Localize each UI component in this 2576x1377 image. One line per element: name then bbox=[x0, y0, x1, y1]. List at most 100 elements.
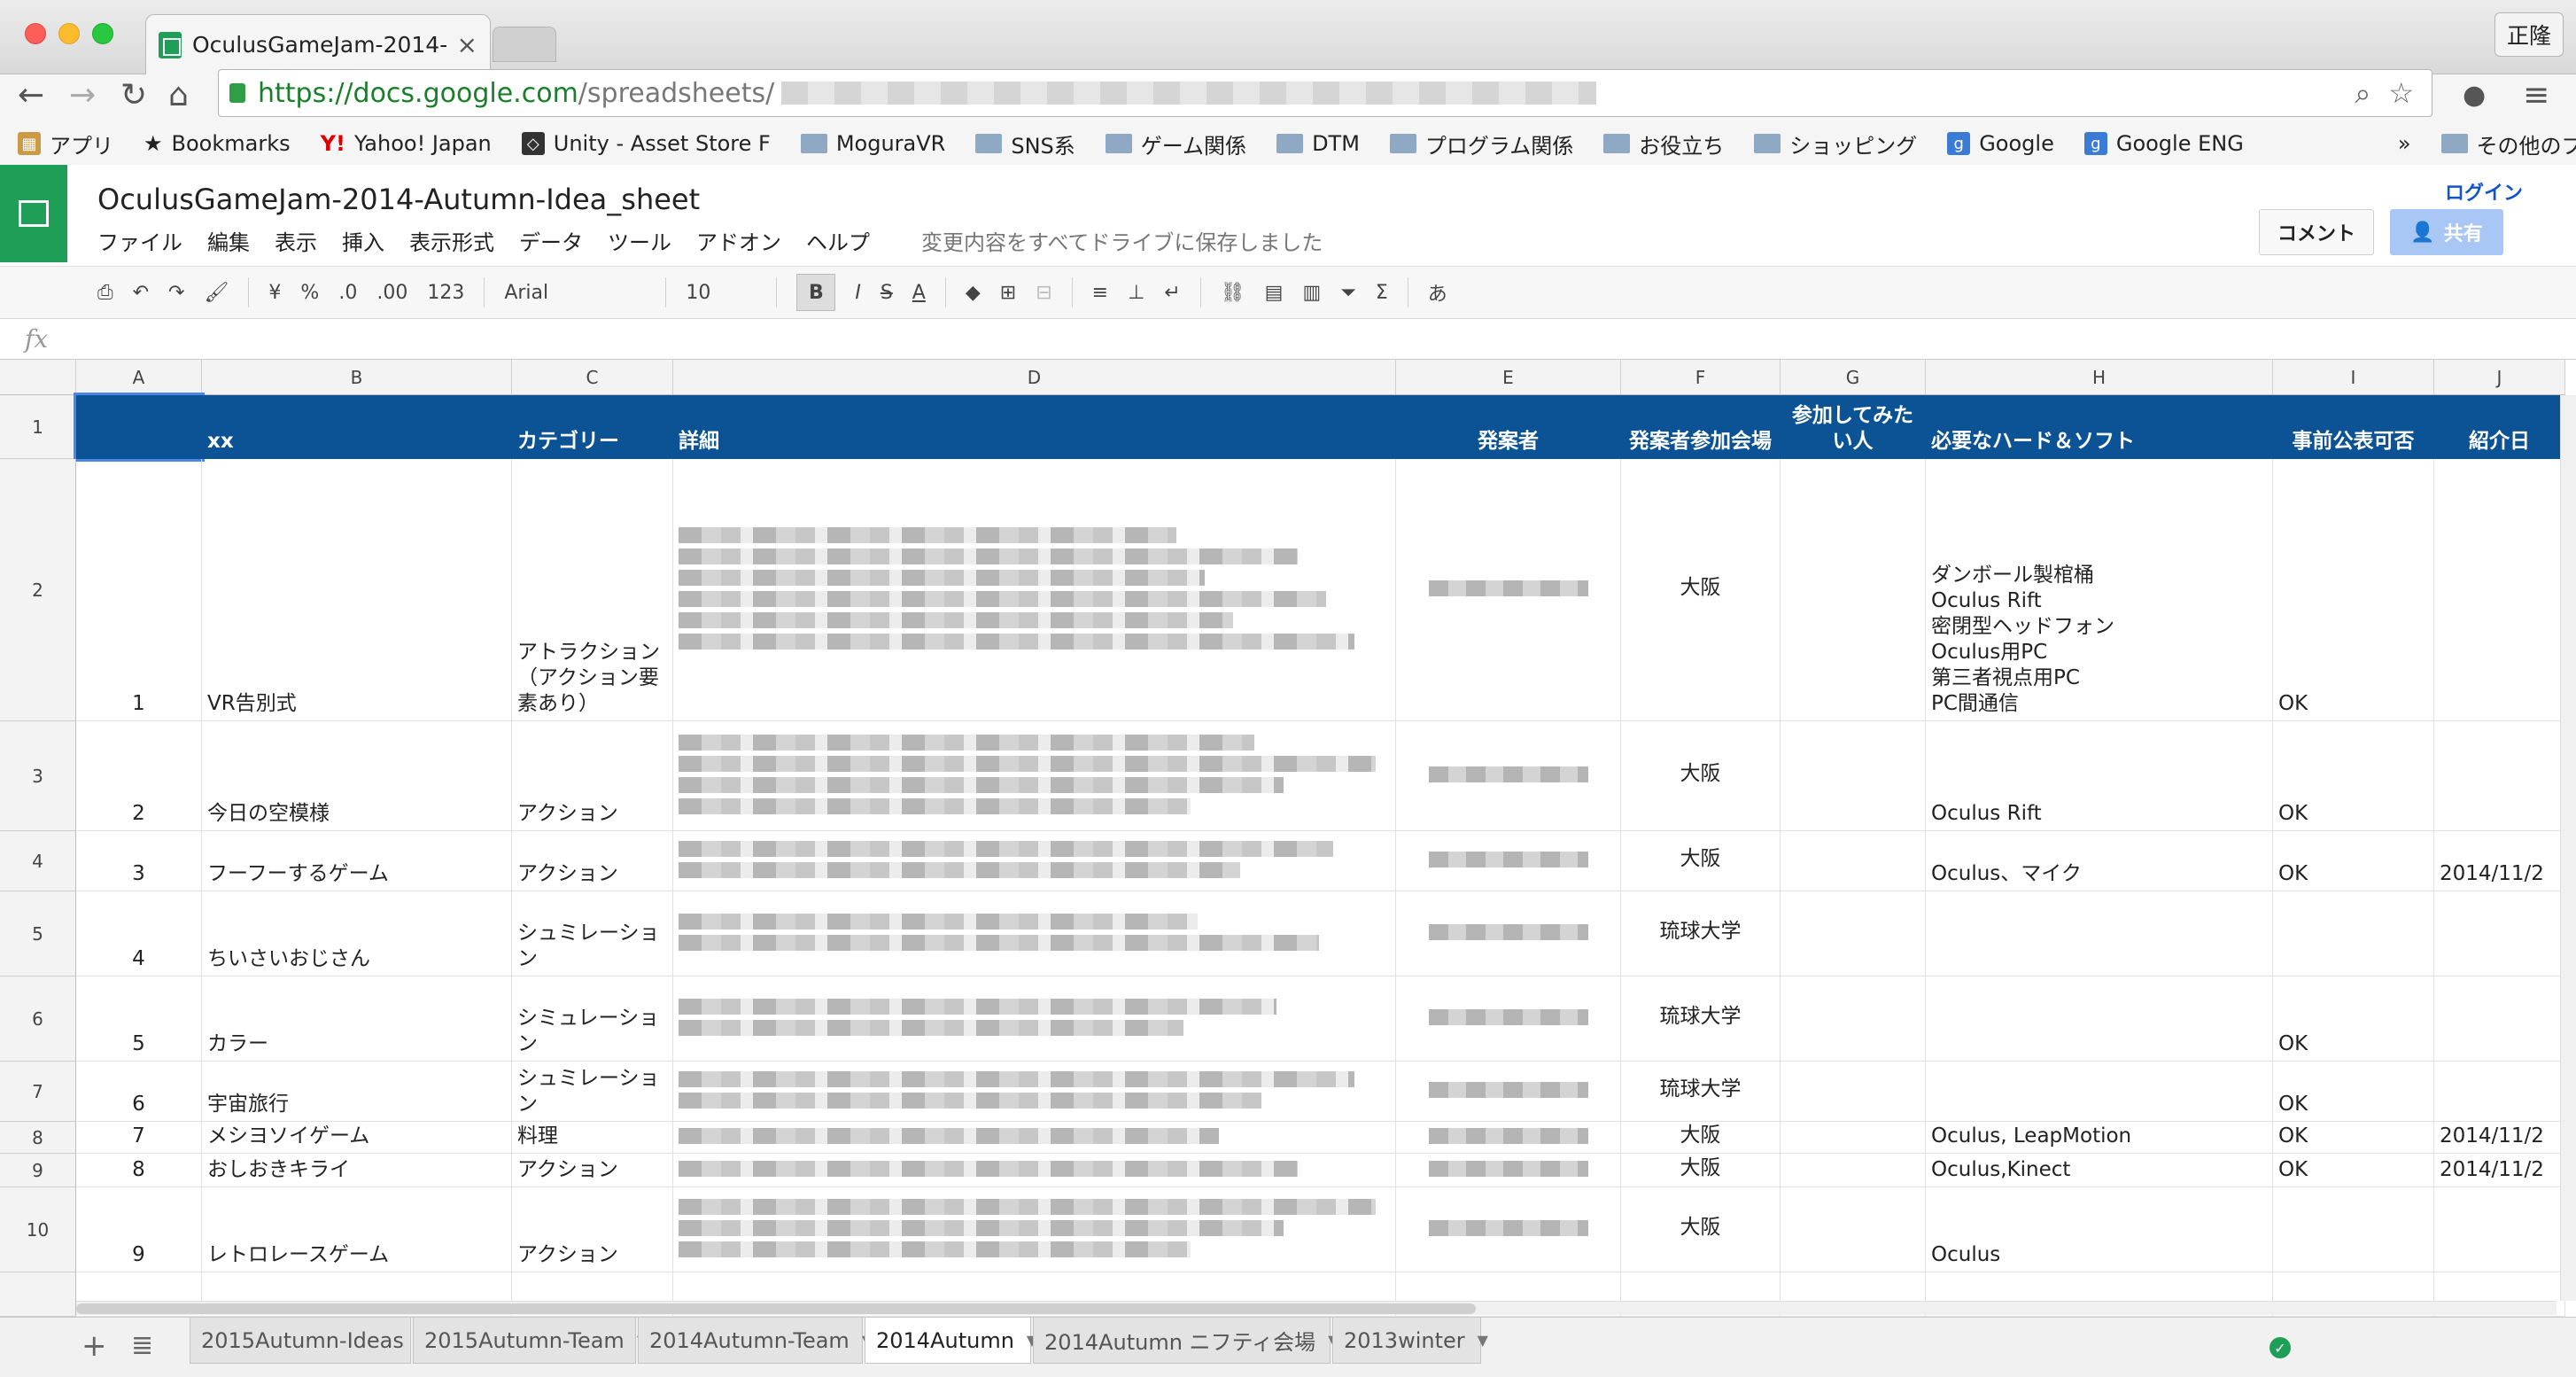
input-tools-button[interactable]: あ bbox=[1428, 278, 1447, 307]
menu-format[interactable]: 表示形式 bbox=[409, 225, 494, 256]
insert-link-icon[interactable]: ⛓ bbox=[1221, 282, 1245, 304]
table-cell[interactable] bbox=[1781, 459, 1926, 721]
column-header-F[interactable]: F bbox=[1621, 360, 1781, 395]
table-cell[interactable]: 大阪 bbox=[1621, 459, 1781, 721]
strikethrough-button[interactable]: S bbox=[881, 282, 893, 304]
scrollbar-thumb[interactable] bbox=[76, 1303, 1476, 1314]
column-header-B[interactable]: B bbox=[202, 360, 512, 395]
table-cell[interactable] bbox=[2434, 976, 2565, 1062]
reload-icon[interactable]: ↻ bbox=[120, 74, 147, 117]
currency-format-button[interactable]: ¥ bbox=[268, 282, 281, 304]
address-bar[interactable]: https://docs.google.com /spreadsheets/ ⌕… bbox=[218, 69, 2432, 117]
formula-bar[interactable]: fx bbox=[0, 319, 2576, 360]
table-cell[interactable] bbox=[1926, 976, 2273, 1062]
align-vertical-icon[interactable]: ⊥ bbox=[1128, 282, 1144, 304]
table-cell[interactable]: シュミレーション bbox=[512, 1062, 673, 1122]
spreadsheet-grid[interactable]: A B C D E F G H I J 1 xx カテゴリー 詳細 発案者 発案者参加会場 参加してみたい人 必要… bbox=[0, 360, 2565, 1317]
sheet-tab-4[interactable]: 2014Autumn ニフティ会場▼ bbox=[1033, 1318, 1338, 1364]
redacted-cell[interactable] bbox=[1396, 891, 1621, 976]
sheet-tab-2[interactable]: 2014Autumn-Team▼ bbox=[638, 1318, 873, 1364]
table-cell[interactable]: 琉球大学 bbox=[1621, 1062, 1781, 1122]
table-cell[interactable]: ちいさいおじさん bbox=[202, 891, 512, 976]
table-cell[interactable]: 2014/11/2 bbox=[2434, 1154, 2565, 1187]
header-cell-B[interactable]: xx bbox=[202, 395, 512, 459]
header-cell-E[interactable]: 発案者 bbox=[1396, 395, 1621, 459]
column-header-E[interactable]: E bbox=[1396, 360, 1621, 395]
bookmark-folder-game[interactable]: ゲーム関係 bbox=[1105, 128, 1246, 159]
header-cell-F[interactable]: 発案者参加会場 bbox=[1621, 395, 1781, 459]
row-header-1[interactable]: 1 bbox=[0, 395, 76, 459]
back-arrow-icon[interactable]: ← bbox=[18, 74, 44, 117]
table-cell[interactable]: フーフーするゲーム bbox=[202, 831, 512, 891]
bookmark-folder-sns[interactable]: SNS系 bbox=[975, 128, 1075, 159]
menu-file[interactable]: ファイル bbox=[97, 225, 182, 256]
percent-format-button[interactable]: % bbox=[300, 282, 319, 304]
header-cell-I[interactable]: 事前公表可否 bbox=[2273, 395, 2434, 459]
table-cell[interactable]: 6 bbox=[76, 1062, 202, 1122]
sheets-logo-icon[interactable] bbox=[0, 165, 67, 262]
bookmark-google-eng[interactable]: g Google ENG bbox=[2083, 131, 2244, 156]
table-cell[interactable] bbox=[2434, 1187, 2565, 1272]
add-sheet-button[interactable]: + bbox=[81, 1328, 107, 1364]
table-cell[interactable]: 7 bbox=[76, 1122, 202, 1154]
row-header-partial[interactable] bbox=[0, 1272, 76, 1317]
table-cell[interactable]: 大阪 bbox=[1621, 1154, 1781, 1187]
table-cell[interactable]: 大阪 bbox=[1621, 721, 1781, 831]
table-cell[interactable]: 3 bbox=[76, 831, 202, 891]
table-cell[interactable]: アクション bbox=[512, 1154, 673, 1187]
filter-icon[interactable]: ⏷ bbox=[1340, 282, 1356, 304]
insert-comment-icon[interactable]: ▤ bbox=[1265, 282, 1284, 304]
bookmark-folder-useful[interactable]: お役立ち bbox=[1603, 128, 1724, 159]
bookmark-apps[interactable]: ▦ アプリ bbox=[18, 128, 113, 159]
table-cell[interactable]: アクション bbox=[512, 1187, 673, 1272]
table-cell[interactable] bbox=[1926, 891, 2273, 976]
menu-data[interactable]: データ bbox=[519, 225, 583, 256]
bookmark-folder-shopping[interactable]: ショッピング bbox=[1754, 128, 1917, 159]
table-cell[interactable]: 今日の空模様 bbox=[202, 721, 512, 831]
table-cell[interactable]: Oculus bbox=[1926, 1187, 2273, 1272]
column-header-I[interactable]: I bbox=[2273, 360, 2434, 395]
row-header-5[interactable]: 5 bbox=[0, 891, 76, 976]
header-cell-G[interactable]: 参加してみたい人 bbox=[1781, 395, 1926, 459]
table-cell[interactable]: 8 bbox=[76, 1154, 202, 1187]
table-cell[interactable]: 2014/11/2 bbox=[2434, 831, 2565, 891]
table-cell[interactable]: アクション bbox=[512, 831, 673, 891]
table-cell[interactable]: ダンボール製棺桶 Oculus Rift 密閉型ヘッドフォン Oculus用PC… bbox=[1926, 459, 2273, 721]
header-cell-D[interactable]: 詳細 bbox=[673, 395, 1396, 459]
table-cell[interactable]: 2 bbox=[76, 721, 202, 831]
vertical-scrollbar[interactable] bbox=[2560, 395, 2576, 1301]
select-all-corner[interactable] bbox=[0, 360, 76, 395]
bookmark-unity[interactable]: ◇ Unity - Asset Store F bbox=[521, 131, 771, 156]
sheet-tab-caret-icon[interactable]: ▼ bbox=[1478, 1332, 1488, 1349]
zoom-search-icon[interactable]: ⌕ bbox=[2355, 76, 2370, 111]
number-format-dropdown[interactable]: 123 bbox=[427, 282, 464, 304]
redacted-cell[interactable] bbox=[673, 1187, 1396, 1272]
table-cell[interactable]: 琉球大学 bbox=[1621, 976, 1781, 1062]
row-header-6[interactable]: 6 bbox=[0, 976, 76, 1062]
table-cell[interactable]: 大阪 bbox=[1621, 1187, 1781, 1272]
header-cell-A[interactable] bbox=[74, 393, 205, 462]
forward-arrow-icon[interactable]: → bbox=[69, 74, 96, 117]
undo-icon[interactable]: ↶ bbox=[133, 282, 149, 304]
sheet-tab-5[interactable]: 2013winter ▼ bbox=[1332, 1318, 1488, 1364]
extension-cookie-icon[interactable]: ● bbox=[2463, 74, 2486, 117]
window-close-button[interactable] bbox=[25, 23, 46, 44]
font-dropdown[interactable]: Arial bbox=[504, 282, 646, 304]
menu-help[interactable]: ヘルプ bbox=[806, 225, 870, 256]
row-header-10[interactable]: 10 bbox=[0, 1187, 76, 1272]
table-cell[interactable]: カラー bbox=[202, 976, 512, 1062]
document-title[interactable]: OculusGameJam-2014-Autumn-Idea_sheet bbox=[97, 183, 700, 216]
redacted-cell[interactable] bbox=[1396, 1122, 1621, 1154]
redo-icon[interactable]: ↷ bbox=[168, 282, 184, 304]
table-cell[interactable]: 9 bbox=[76, 1187, 202, 1272]
table-cell[interactable] bbox=[1781, 1122, 1926, 1154]
font-size-dropdown[interactable]: 10 bbox=[686, 282, 757, 304]
table-cell[interactable] bbox=[1926, 1062, 2273, 1122]
table-cell[interactable]: Oculus,Kinect bbox=[1926, 1154, 2273, 1187]
table-cell[interactable]: おしおきキライ bbox=[202, 1154, 512, 1187]
table-cell[interactable] bbox=[1781, 1062, 1926, 1122]
table-cell[interactable] bbox=[2434, 891, 2565, 976]
bookmark-star-icon[interactable]: ☆ bbox=[2388, 76, 2414, 111]
chrome-menu-icon[interactable]: ≡ bbox=[2523, 74, 2549, 117]
table-cell[interactable]: OK bbox=[2273, 1122, 2434, 1154]
